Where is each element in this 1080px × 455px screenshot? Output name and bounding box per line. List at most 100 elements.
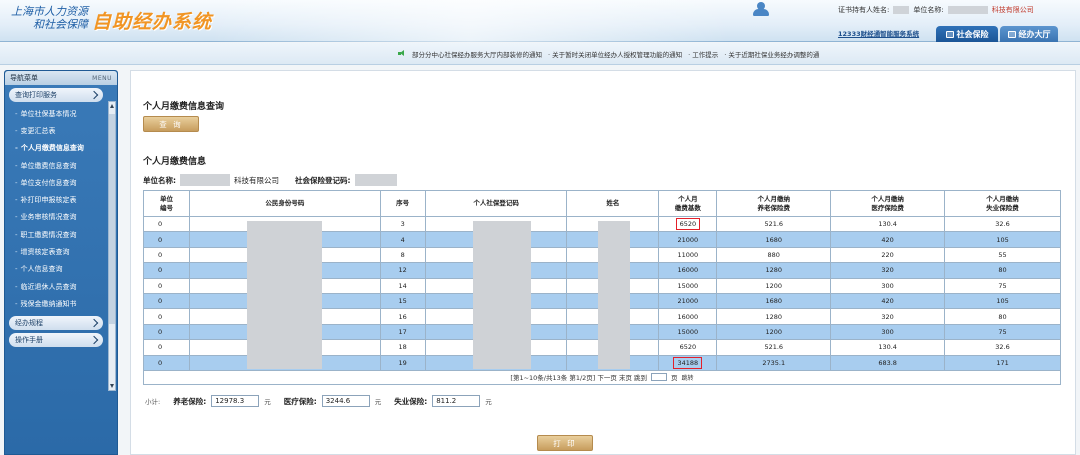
print-button[interactable]: 打 印	[537, 435, 593, 451]
sidebar-item[interactable]: - 业务审核情况查询	[9, 209, 113, 226]
sidebar-item[interactable]: - 补打印申报核定表	[9, 191, 113, 208]
query-button[interactable]: 查 询	[143, 116, 199, 132]
company-value: 科技有限公司	[234, 175, 279, 185]
table-cell: 1200	[716, 323, 832, 341]
section-process-rules[interactable]: 经办规程	[9, 315, 103, 330]
sidebar-item-label: 变更汇总表	[20, 126, 56, 135]
table-header-row: 单位 编号 公民身份号码 序号 个人社保登记码 姓名 个人月 缴费基数 个人月缴纳 养老保险费 个人…	[143, 190, 1061, 217]
table-cell: 55	[944, 246, 1061, 264]
sidebar-item[interactable]: - 个人月缴费信息查询	[9, 140, 113, 157]
service-system-link[interactable]: 12333财经通智能服务系统	[838, 28, 919, 38]
user-icon	[752, 2, 770, 16]
card-icon	[945, 30, 954, 38]
sidebar-item[interactable]: - 职工缴费情况查询	[9, 226, 113, 243]
table-cell: 0	[143, 231, 190, 248]
redacted-reg-code	[354, 174, 397, 186]
highlighted-base-value: 34188	[673, 356, 703, 369]
sidebar-item[interactable]: - 单位社保基本情况	[9, 105, 113, 122]
table-cell: 2735.1	[716, 354, 832, 371]
column-header: 姓名	[566, 190, 660, 217]
unemployment-unit: 元	[485, 398, 492, 406]
table-cell: 0	[143, 354, 190, 371]
section-query-print[interactable]: 查询打印服务	[9, 88, 103, 102]
notice-link-2[interactable]: · 关于暂时关闭单位经办人授权管理功能的通知	[548, 49, 682, 59]
bullet-dash: -	[15, 248, 18, 257]
pager-text[interactable]: [第1~10条/共13条 第1/2页] 下一页 末页 跳到	[510, 372, 647, 382]
table-cell: 6520	[658, 339, 718, 356]
sidebar-item[interactable]: - 临近退休人员查询	[9, 278, 113, 295]
table-cell: 521.6	[716, 215, 832, 233]
medical-field[interactable]: 3244.6	[321, 395, 370, 407]
table-cell: 75	[944, 277, 1061, 294]
table-cell: 683.8	[830, 354, 946, 371]
scroll-up-icon[interactable]	[110, 104, 114, 108]
table-cell: 21000	[658, 231, 718, 248]
sidebar-item-label: 单位支付信息查询	[20, 178, 77, 187]
sidebar-item[interactable]: - 个人信息查询	[9, 261, 113, 278]
column-header: 个人月缴纳 失业保险费	[944, 190, 1061, 217]
medical-label: 医疗保险:	[283, 396, 317, 406]
column-header: 个人月缴纳 养老保险费	[716, 190, 832, 217]
top-header: 上海市人力资源 和社会保障 自助经办系统 证书持有人姓名: 单位名称: 科技有限…	[0, 0, 1080, 42]
sidebar-item-label: 单位缴费信息查询	[20, 161, 77, 170]
unemployment-field[interactable]: 811.2	[432, 395, 481, 407]
query-section-title: 个人月缴费信息查询	[143, 102, 225, 112]
pension-field[interactable]: 12978.3	[211, 395, 260, 407]
table-cell: 130.4	[830, 215, 946, 233]
bullet-dash: -	[15, 299, 18, 308]
company-suffix: 科技有限公司	[991, 6, 1034, 14]
table-cell: 880	[716, 246, 832, 264]
medical-unit: 元	[374, 398, 382, 406]
table-cell: 17	[379, 323, 426, 341]
goto-page-input[interactable]	[651, 373, 668, 382]
notice-link-1[interactable]: 部分分中心社保经办服务大厅内部装修的通知	[412, 49, 542, 59]
column-header: 个人月 缴费基数	[658, 190, 718, 217]
table-cell: 130.4	[830, 339, 946, 356]
table-cell: 15000	[658, 277, 718, 294]
bullet-dash: -	[15, 109, 18, 118]
notice-link-4[interactable]: · 关于近期社保业务经办调整的通	[724, 49, 819, 59]
sidebar-item-label: 补打印申报核定表	[20, 196, 77, 205]
scroll-thumb[interactable]	[109, 114, 115, 324]
goto-button[interactable]: 跳转	[682, 373, 694, 382]
pager-cell: [第1~10条/共13条 第1/2页] 下一页 末页 跳到 页跳转	[143, 369, 1061, 385]
highlighted-base-value: 6520	[675, 218, 701, 231]
sidebar-item[interactable]: - 单位缴费信息查询	[9, 157, 113, 174]
table-cell: 32.6	[944, 215, 1061, 233]
redacted-social-codes	[473, 221, 531, 369]
notice-bar: 部分分中心社保经办服务大厅内部装修的通知 · 关于暂时关闭单位经办人授权管理功能…	[0, 43, 1080, 65]
sidebar-item-label: 业务审核情况查询	[20, 213, 77, 222]
table-cell: 14	[379, 277, 426, 294]
chevron-right-icon	[89, 90, 99, 100]
table-cell: 80	[944, 308, 1061, 325]
chevron-right-icon	[89, 318, 99, 327]
redacted-names	[598, 221, 630, 369]
sidebar-item[interactable]: - 残保金缴纳通知书	[9, 295, 113, 312]
bullet-dash: -	[15, 161, 18, 170]
tab-service-hall[interactable]: 经办大厅	[1000, 26, 1058, 42]
table-cell: 105	[944, 292, 1061, 310]
hall-icon	[1007, 30, 1016, 38]
sidebar-item[interactable]: - 变更汇总表	[9, 122, 113, 139]
table-cell: 0	[143, 246, 190, 264]
reg-code-label: 社会保险登记码:	[295, 175, 351, 185]
table-cell: 3	[379, 215, 426, 233]
table-cell: 18	[379, 339, 426, 356]
section-manual[interactable]: 操作手册	[9, 332, 103, 347]
logo-line1: 上海市人力资源	[11, 5, 88, 18]
sidebar-item[interactable]: - 增资核定表查询	[9, 243, 113, 260]
sidebar: 导航菜单 MENU 查询打印服务 - 单位社保基本情况 - 变更汇总表 - 个人月缴费信息…	[4, 70, 118, 455]
redacted-company	[947, 6, 988, 14]
column-header: 单位 编号	[143, 190, 190, 217]
section-manual-label: 操作手册	[15, 335, 43, 344]
notice-link-3[interactable]: · 工作提示	[688, 49, 718, 59]
tab-social-insurance[interactable]: 社会保险	[936, 26, 998, 42]
redacted-name	[893, 6, 910, 14]
table-cell: 1280	[716, 308, 832, 325]
sidebar-scrollbar[interactable]	[108, 101, 116, 391]
sidebar-item[interactable]: - 单位支付信息查询	[9, 174, 113, 191]
user-info: 证书持有人姓名: 单位名称: 科技有限公司	[838, 5, 1034, 15]
nav-title: 导航菜单	[10, 74, 38, 82]
scroll-down-icon[interactable]	[110, 384, 114, 388]
table-cell: 16	[379, 308, 426, 325]
